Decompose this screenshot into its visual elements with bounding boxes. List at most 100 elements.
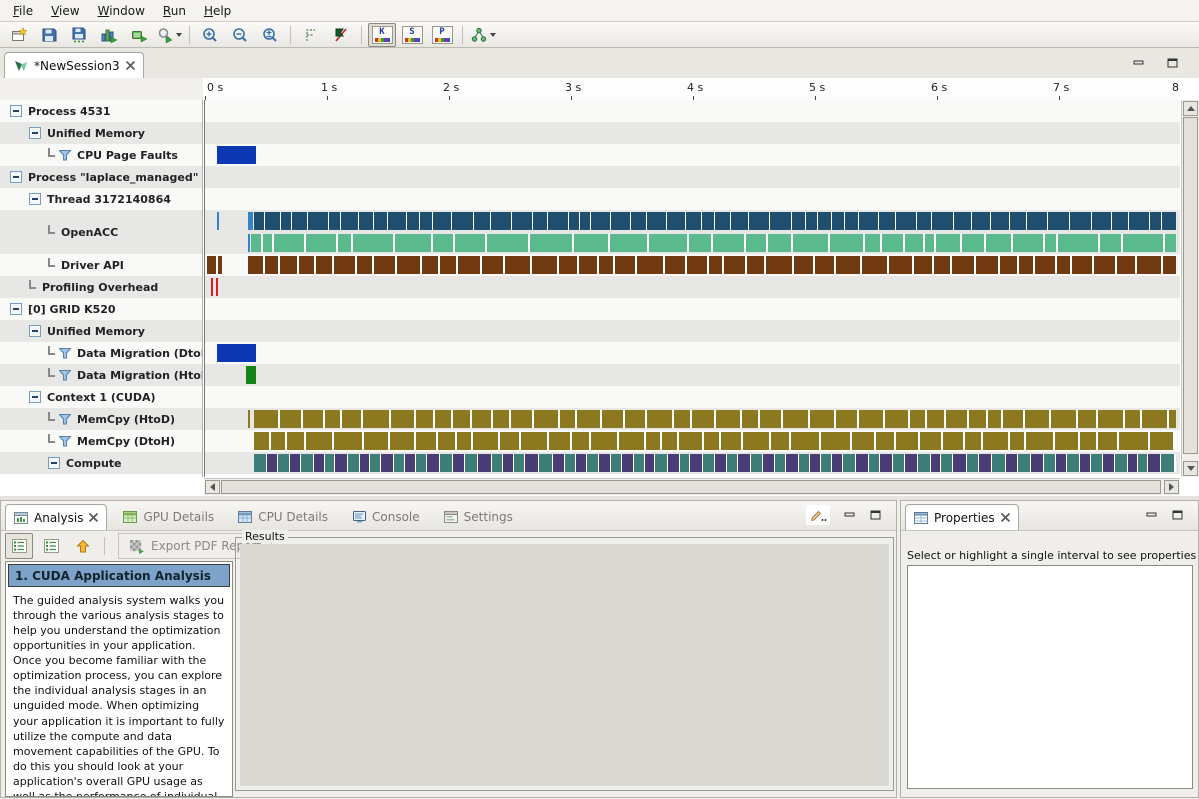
interval-segment[interactable] bbox=[986, 234, 1011, 252]
interval-segment[interactable] bbox=[1092, 212, 1111, 230]
interval-train[interactable] bbox=[254, 432, 1176, 450]
interval-segment[interactable] bbox=[335, 454, 347, 472]
timeline-row-label-driver-api[interactable]: Driver API bbox=[0, 254, 202, 276]
zoom-fit-icon[interactable] bbox=[256, 23, 284, 47]
interval-segment[interactable] bbox=[511, 410, 532, 428]
interval-segment[interactable] bbox=[918, 454, 930, 472]
interval-segment[interactable] bbox=[880, 454, 892, 472]
interval-segment[interactable] bbox=[818, 212, 831, 230]
interval-segment[interactable] bbox=[1115, 454, 1127, 472]
interval-segment[interactable] bbox=[760, 410, 781, 428]
interval-segment[interactable] bbox=[611, 212, 630, 230]
interval-segment[interactable] bbox=[491, 212, 511, 230]
interval-segment[interactable] bbox=[525, 454, 538, 472]
interval-segment[interactable] bbox=[473, 432, 498, 450]
interval-segment[interactable] bbox=[1098, 432, 1117, 450]
interval-segment[interactable] bbox=[1057, 256, 1070, 274]
interval-segment[interactable] bbox=[512, 212, 532, 230]
interval-bar[interactable] bbox=[216, 278, 218, 296]
interval-segment[interactable] bbox=[815, 256, 834, 274]
timeline-row-label-data-migration-htod[interactable]: Data Migration (HtoD) bbox=[0, 364, 202, 386]
interval-segment[interactable] bbox=[910, 410, 925, 428]
interval-segment[interactable] bbox=[306, 234, 336, 252]
interval-segment[interactable] bbox=[687, 256, 707, 274]
interval-segment[interactable] bbox=[969, 410, 986, 428]
timeline-row-label-cpu-page-faults[interactable]: CPU Page Faults bbox=[0, 144, 202, 166]
interval-segment[interactable] bbox=[492, 454, 502, 472]
interval-segment[interactable] bbox=[876, 432, 894, 450]
interval-segment[interactable] bbox=[1058, 234, 1098, 252]
timeline-row-label-context-1-cuda[interactable]: Context 1 (CUDA) bbox=[0, 386, 202, 408]
interval-segment[interactable] bbox=[976, 256, 998, 274]
interval-segment[interactable] bbox=[1010, 212, 1026, 230]
interval-segment[interactable] bbox=[579, 256, 597, 274]
interval-segment[interactable] bbox=[1078, 410, 1096, 428]
interval-segment[interactable] bbox=[668, 454, 679, 472]
interval-segment[interactable] bbox=[931, 454, 940, 472]
interval-segment[interactable] bbox=[576, 454, 586, 472]
interval-segment[interactable] bbox=[713, 234, 744, 252]
zoom-in-icon[interactable] bbox=[196, 23, 224, 47]
stream-coloring-icon[interactable]: S bbox=[398, 23, 426, 47]
interval-segment[interactable] bbox=[743, 432, 769, 450]
interval-segment[interactable] bbox=[703, 454, 714, 472]
interval-segment[interactable] bbox=[1048, 212, 1069, 230]
timeline-row-label-process-laplace-managed-538[interactable]: Process "laplace_managed" (538) bbox=[0, 166, 202, 188]
interval-segment[interactable] bbox=[879, 212, 895, 230]
interval-segment[interactable] bbox=[905, 234, 923, 252]
interval-segment[interactable] bbox=[374, 256, 395, 274]
interval-segment[interactable] bbox=[521, 432, 547, 450]
interval-segment[interactable] bbox=[1006, 454, 1017, 472]
tab-gpu-details[interactable]: GPU Details bbox=[115, 504, 222, 529]
interval-segment[interactable] bbox=[405, 454, 415, 472]
interval-segment[interactable] bbox=[967, 454, 978, 472]
interval-segment[interactable] bbox=[254, 212, 264, 230]
scroll-up-button[interactable] bbox=[1183, 101, 1198, 116]
tab-settings[interactable]: Settings bbox=[436, 504, 521, 529]
interval-segment[interactable] bbox=[1137, 256, 1161, 274]
tab-cpu-details[interactable]: CPU Details bbox=[230, 504, 336, 529]
interval-segment[interactable] bbox=[251, 234, 261, 252]
interval-segment[interactable] bbox=[391, 410, 414, 428]
interval-segment[interactable] bbox=[634, 454, 644, 472]
interval-segment[interactable] bbox=[905, 454, 917, 472]
interval-segment[interactable] bbox=[943, 432, 963, 450]
interval-segment[interactable] bbox=[625, 410, 645, 428]
interval-segment[interactable] bbox=[927, 410, 944, 428]
interval-segment[interactable] bbox=[334, 256, 355, 274]
interval-segment[interactable] bbox=[440, 454, 452, 472]
interval-segment[interactable] bbox=[647, 410, 672, 428]
interval-segment[interactable] bbox=[534, 410, 558, 428]
interval-segment[interactable] bbox=[859, 410, 883, 428]
interval-segment[interactable] bbox=[265, 212, 280, 230]
hscroll-thumb[interactable] bbox=[221, 480, 1161, 494]
interval-segment[interactable] bbox=[1094, 256, 1115, 274]
interval-segment[interactable] bbox=[299, 256, 314, 274]
interval-segment[interactable] bbox=[1026, 432, 1053, 450]
interval-segment[interactable] bbox=[422, 256, 438, 274]
interval-segment[interactable] bbox=[560, 410, 575, 428]
menu-run[interactable]: Run bbox=[154, 2, 195, 20]
interval-train[interactable] bbox=[254, 410, 1176, 428]
interval-segment[interactable] bbox=[646, 432, 660, 450]
save-icon[interactable] bbox=[35, 23, 63, 47]
interval-segment[interactable] bbox=[539, 454, 552, 472]
interval-segment[interactable] bbox=[1003, 410, 1023, 428]
kernel-coloring-icon[interactable]: K bbox=[368, 23, 396, 47]
interval-segment[interactable] bbox=[533, 212, 547, 230]
interval-segment[interactable] bbox=[274, 234, 304, 252]
interval-segment[interactable] bbox=[452, 212, 473, 230]
interval-segment[interactable] bbox=[749, 212, 769, 230]
unguided-analysis-button[interactable] bbox=[37, 533, 65, 559]
interval-bar[interactable] bbox=[248, 234, 250, 252]
interval-segment[interactable] bbox=[353, 234, 393, 252]
interval-segment[interactable] bbox=[843, 454, 855, 472]
interval-segment[interactable] bbox=[988, 410, 1001, 428]
interval-segment[interactable] bbox=[1067, 454, 1079, 472]
interval-segment[interactable] bbox=[962, 234, 984, 252]
timeline-chart[interactable] bbox=[204, 100, 1180, 477]
interval-bar[interactable] bbox=[217, 344, 256, 362]
interval-segment[interactable] bbox=[314, 454, 324, 472]
interval-segment[interactable] bbox=[952, 256, 974, 274]
tab-analysis[interactable]: Analysis bbox=[5, 504, 107, 530]
